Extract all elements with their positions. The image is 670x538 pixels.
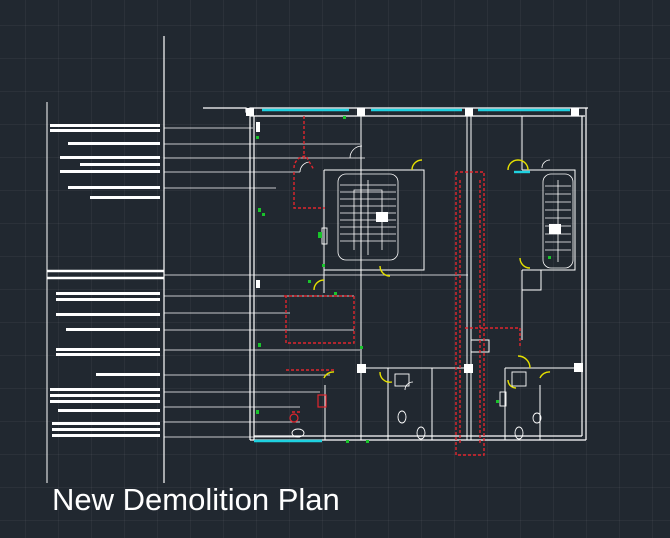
legend-note-text xyxy=(66,328,160,331)
stair xyxy=(337,173,399,261)
legend-note-text xyxy=(50,124,160,127)
marker xyxy=(366,440,369,443)
door-swing xyxy=(411,159,423,171)
stair xyxy=(542,173,574,269)
legend-note-text xyxy=(56,292,160,295)
legend-note-group xyxy=(50,124,160,199)
demolish-partition xyxy=(284,295,355,344)
toilet-icon xyxy=(397,410,407,424)
marker xyxy=(548,256,551,259)
legend-panel xyxy=(46,36,165,483)
door-swing xyxy=(379,371,393,383)
legend-note-text xyxy=(56,298,160,301)
demolition-lines xyxy=(284,116,521,456)
column xyxy=(571,108,579,116)
legend-note-group xyxy=(50,292,160,437)
marker xyxy=(346,440,349,443)
column xyxy=(574,363,583,372)
stair-enclosure xyxy=(522,169,576,271)
legend-note-text xyxy=(96,373,160,376)
legend-note-text xyxy=(50,129,160,132)
door-arcs xyxy=(299,145,551,391)
column xyxy=(357,364,366,373)
legend-note-text xyxy=(52,428,160,431)
marker xyxy=(334,292,337,295)
marker xyxy=(343,116,346,119)
floor-plan-drawing xyxy=(46,36,588,483)
column xyxy=(465,108,473,116)
demolition-fixture xyxy=(289,394,327,423)
structural-columns xyxy=(246,108,583,373)
legend-note-text xyxy=(68,142,160,145)
lavatory xyxy=(394,373,410,387)
fixture-fills xyxy=(256,122,561,288)
legend-note-text xyxy=(50,394,160,397)
door-swing xyxy=(379,265,391,277)
legend-note-text xyxy=(60,170,160,173)
legend-note-text xyxy=(56,313,160,316)
marker xyxy=(262,213,265,216)
fixtures xyxy=(291,227,542,440)
door-swing xyxy=(519,257,531,269)
toilet-icon xyxy=(416,426,426,440)
legend-note-text xyxy=(68,186,160,189)
legend-note-text xyxy=(58,409,160,412)
column xyxy=(357,108,365,116)
toilet-icon xyxy=(514,426,524,440)
column xyxy=(464,364,473,373)
legend-note-text xyxy=(52,422,160,425)
marker xyxy=(258,343,261,347)
door-swing xyxy=(507,159,529,171)
legend-note-text xyxy=(52,434,160,437)
marker xyxy=(496,400,499,403)
marker xyxy=(256,136,259,139)
door-swing xyxy=(539,371,551,379)
legend-note-text xyxy=(56,353,160,356)
demolish-partition xyxy=(465,327,521,348)
marker xyxy=(360,346,363,349)
marker xyxy=(256,410,259,414)
legend-note-text xyxy=(90,196,160,199)
drawing-title: New Demolition Plan xyxy=(52,482,340,517)
legend-note-text xyxy=(50,400,160,403)
legend-note-text xyxy=(50,388,160,391)
partition xyxy=(521,270,542,291)
marker xyxy=(308,280,311,283)
demolish-partition xyxy=(293,172,325,209)
cad-drawing-canvas[interactable]: New Demolition Plan xyxy=(0,0,670,538)
legend-note-text xyxy=(56,348,160,351)
column xyxy=(246,108,254,116)
door-swing xyxy=(517,355,531,369)
lavatory xyxy=(511,371,527,387)
legend-note-text xyxy=(80,163,160,166)
marker xyxy=(318,232,322,238)
marker xyxy=(258,208,261,212)
marker xyxy=(322,264,325,267)
windows xyxy=(254,108,570,443)
doors xyxy=(313,159,551,389)
legend-note-text xyxy=(60,156,160,159)
door-swing xyxy=(313,279,325,291)
leader-lines xyxy=(164,127,468,438)
fixture-markers xyxy=(256,116,551,443)
